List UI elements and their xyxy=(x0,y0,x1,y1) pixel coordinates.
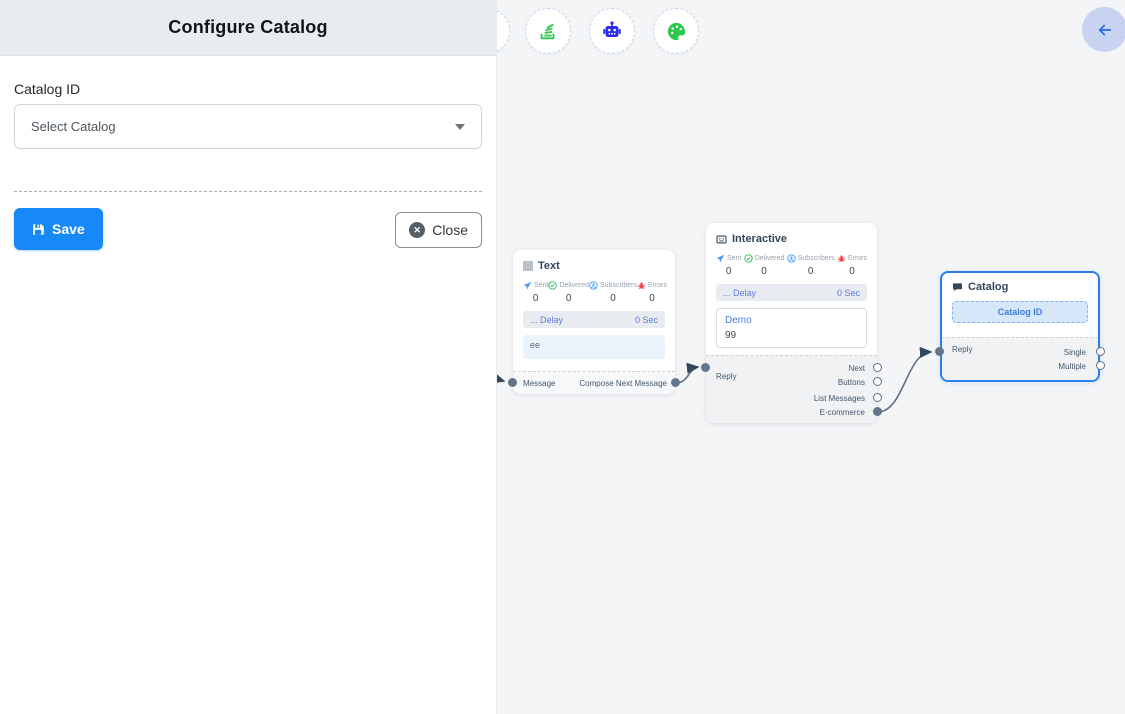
errors-icon xyxy=(837,254,846,263)
output-label-ecommerce: E-commerce xyxy=(820,408,865,417)
save-button-label: Save xyxy=(52,221,85,237)
robot-icon xyxy=(600,19,624,43)
output-label-buttons: Buttons xyxy=(838,378,865,387)
delivered-value: 0 xyxy=(566,293,572,304)
node-title: Catalog xyxy=(968,281,1008,293)
save-icon xyxy=(32,223,45,236)
interactive-icon xyxy=(716,234,727,245)
port-multiple-out[interactable] xyxy=(1096,361,1105,370)
close-button[interactable]: ✕ Close xyxy=(395,212,482,248)
catalog-id-button[interactable]: Catalog ID xyxy=(952,301,1088,323)
close-button-label: Close xyxy=(432,222,468,238)
port-list-messages-out[interactable] xyxy=(873,393,882,402)
toolbar-button-stack[interactable] xyxy=(525,8,571,54)
catalog-icon xyxy=(952,282,963,293)
subscribers-icon xyxy=(589,281,598,290)
stats-row: Sent 0 Delivered 0 Subscribers 0 xyxy=(513,272,675,304)
sent-value: 0 xyxy=(726,266,732,277)
message-preview[interactable]: ee xyxy=(523,335,665,359)
output-label: Compose Next Message xyxy=(579,379,667,388)
handle-reply-in[interactable] xyxy=(935,347,944,356)
errors-icon xyxy=(637,281,646,290)
node-title: Text xyxy=(538,260,560,272)
delivered-value: 0 xyxy=(761,266,767,277)
edge-into-text xyxy=(497,379,504,381)
dashed-divider xyxy=(14,191,482,192)
catalog-select[interactable]: Select Catalog xyxy=(14,104,482,149)
port-single-out[interactable] xyxy=(1096,347,1105,356)
output-label-multiple: Multiple xyxy=(1058,362,1086,371)
panel-header: Configure Catalog xyxy=(0,0,496,56)
port-buttons-out[interactable] xyxy=(873,377,882,386)
delay-setting[interactable]: ... Delay 0 Sec xyxy=(716,284,867,301)
delivered-icon xyxy=(744,254,753,263)
node-title: Interactive xyxy=(732,233,787,245)
toolbar-button-hidden[interactable] xyxy=(497,8,510,54)
interactive-content-title: Demo xyxy=(725,315,858,326)
catalog-select-value: Select Catalog xyxy=(31,119,116,134)
output-label-next: Next xyxy=(849,364,865,373)
text-node-footer: Message Compose Next Message xyxy=(513,371,675,394)
flow-canvas[interactable]: Text Sent 0 Delivered 0 Subscri xyxy=(497,0,1125,714)
node-catalog[interactable]: Catalog Catalog ID Reply Single Multiple xyxy=(940,271,1100,382)
node-text[interactable]: Text Sent 0 Delivered 0 Subscri xyxy=(513,250,675,394)
toolbar-button-theme[interactable] xyxy=(653,8,699,54)
input-label: Message xyxy=(523,379,555,388)
handle-message-in[interactable] xyxy=(508,378,517,387)
collapse-panel-button[interactable] xyxy=(1082,7,1125,52)
sent-value: 0 xyxy=(533,293,539,304)
output-label-single: Single xyxy=(1064,348,1086,357)
output-label-list-messages: List Messages xyxy=(814,394,865,403)
stack-icon xyxy=(537,20,559,42)
subscribers-value: 0 xyxy=(610,293,616,304)
errors-value: 0 xyxy=(849,266,855,277)
stats-row: Sent 0 Delivered 0 Subscribers 0 xyxy=(706,245,877,277)
errors-value: 0 xyxy=(649,293,655,304)
page-title: Configure Catalog xyxy=(168,17,327,38)
save-button[interactable]: Save xyxy=(14,208,103,250)
node-interactive[interactable]: Interactive Sent 0 Delivered 0 xyxy=(706,223,877,423)
sent-icon xyxy=(716,254,725,263)
port-next-out[interactable] xyxy=(873,363,882,372)
panel-body: Catalog ID Select Catalog Save ✕ Close xyxy=(0,56,496,264)
delivered-icon xyxy=(548,281,557,290)
catalog-id-label: Catalog ID xyxy=(14,81,482,97)
close-icon: ✕ xyxy=(409,222,425,238)
text-node-icon xyxy=(523,261,533,271)
delay-setting[interactable]: ... Delay 0 Sec xyxy=(523,311,665,328)
palette-icon xyxy=(665,20,688,43)
handle-reply-in[interactable] xyxy=(701,363,710,372)
input-label: Reply xyxy=(952,345,972,354)
arrow-left-icon xyxy=(1096,21,1114,39)
handle-ecommerce-out[interactable] xyxy=(873,407,882,416)
interactive-content[interactable]: Demo 99 xyxy=(716,308,867,348)
toolbar-button-bot[interactable] xyxy=(589,8,635,54)
configure-catalog-panel: Configure Catalog Catalog ID Select Cata… xyxy=(0,0,497,714)
subscribers-value: 0 xyxy=(808,266,814,277)
subscribers-icon xyxy=(787,254,796,263)
edge-interactive-to-catalog xyxy=(877,352,931,412)
interactive-content-value: 99 xyxy=(725,330,858,341)
handle-compose-next-out[interactable] xyxy=(671,378,680,387)
input-label: Reply xyxy=(716,372,736,381)
sent-icon xyxy=(523,281,532,290)
chevron-down-icon xyxy=(455,124,465,130)
